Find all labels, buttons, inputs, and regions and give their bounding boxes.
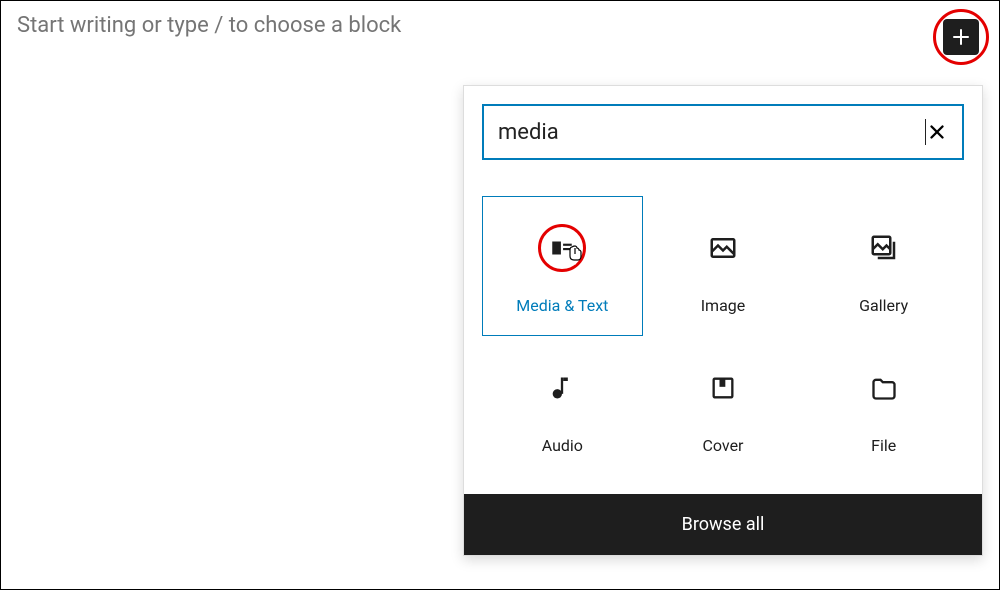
- search-field[interactable]: media: [482, 104, 964, 160]
- block-media-text[interactable]: Media & Text: [482, 196, 643, 336]
- clear-search-button[interactable]: [926, 121, 948, 143]
- block-gallery[interactable]: Gallery: [803, 196, 964, 336]
- block-file[interactable]: File: [803, 336, 964, 476]
- block-icon-wrap: [709, 358, 737, 418]
- block-label: Image: [701, 296, 746, 315]
- block-label: Gallery: [859, 296, 908, 315]
- close-icon: [926, 121, 948, 143]
- block-label: Media & Text: [516, 296, 608, 315]
- block-icon-wrap: [869, 218, 899, 278]
- block-inserter-panel: media: [463, 85, 983, 556]
- add-block-wrapper: [933, 9, 989, 65]
- block-image[interactable]: Image: [643, 196, 804, 336]
- block-icon-wrap: [548, 358, 576, 418]
- block-icon-wrap: [538, 218, 586, 278]
- search-wrap: media: [464, 86, 982, 178]
- annotation-circle: [933, 9, 989, 65]
- block-cover[interactable]: Cover: [643, 336, 804, 476]
- block-audio[interactable]: Audio: [482, 336, 643, 476]
- editor-placeholder[interactable]: Start writing or type / to choose a bloc…: [1, 1, 999, 50]
- browse-all-button[interactable]: Browse all: [464, 494, 982, 555]
- block-label: Audio: [542, 436, 583, 455]
- search-input[interactable]: media: [498, 120, 927, 145]
- block-icon-wrap: [708, 218, 738, 278]
- block-icon-wrap: [870, 358, 898, 418]
- add-block-button[interactable]: [943, 19, 979, 55]
- cover-icon: [709, 374, 737, 402]
- audio-icon: [548, 374, 576, 402]
- image-icon: [708, 233, 738, 263]
- block-label: File: [871, 436, 896, 455]
- block-label: Cover: [703, 436, 744, 455]
- gallery-icon: [869, 233, 899, 263]
- pointer-cursor-icon: [566, 244, 586, 270]
- blocks-grid: Media & Text Image Gallery: [464, 178, 982, 494]
- plus-icon: [949, 25, 973, 49]
- file-icon: [870, 374, 898, 402]
